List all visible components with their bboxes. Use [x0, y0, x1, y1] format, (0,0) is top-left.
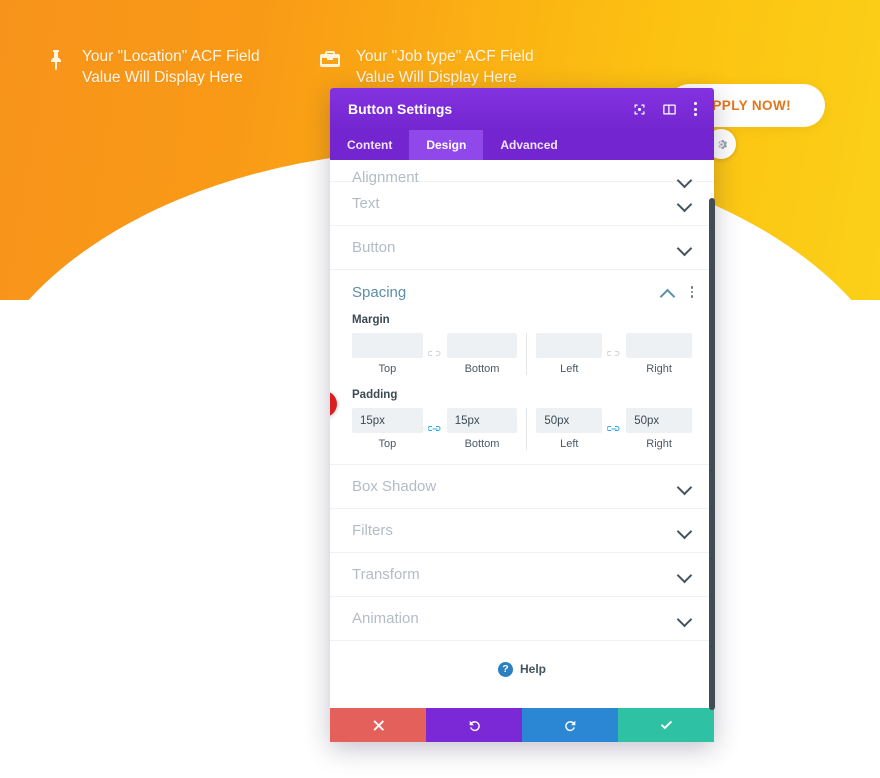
margin-pair-vertical: Top Bottom — [352, 333, 518, 375]
settings-scroll-area: Alignment Text Button Spacing Margin Top… — [330, 160, 714, 708]
modal-body: Alignment Text Button Spacing Margin Top… — [330, 160, 714, 708]
section-text-label: Text — [352, 195, 380, 212]
chevron-down-icon — [678, 175, 692, 184]
padding-link-vertical-icon[interactable] — [423, 417, 447, 442]
spacing-overflow-menu-icon[interactable] — [688, 284, 697, 300]
section-alignment[interactable]: Alignment — [330, 160, 714, 186]
section-transform[interactable]: Transform — [330, 553, 714, 597]
padding-bottom-input[interactable] — [446, 408, 518, 433]
padding-bottom-cell: Bottom — [446, 408, 518, 450]
tab-advanced[interactable]: Advanced — [483, 130, 575, 160]
chevron-down-icon — [678, 199, 692, 208]
check-icon — [660, 720, 672, 729]
save-button[interactable] — [618, 708, 714, 742]
redo-icon — [564, 720, 575, 731]
button-settings-modal: Button Settings Content Design Advanced … — [330, 88, 714, 742]
chevron-down-icon — [678, 482, 692, 491]
margin-field-group: Margin Top Bottom Left Right — [330, 314, 714, 375]
margin-bottom-input[interactable] — [446, 333, 518, 358]
redo-button[interactable] — [522, 708, 618, 742]
padding-quad: Top Bottom — [352, 408, 693, 450]
margin-bottom-cell: Bottom — [446, 333, 518, 375]
margin-link-vertical-icon[interactable] — [423, 342, 447, 367]
padding-top-input[interactable] — [352, 408, 423, 433]
padding-left-input[interactable] — [536, 408, 603, 433]
help-icon: ? — [497, 661, 513, 677]
margin-top-input[interactable] — [352, 333, 423, 358]
margin-right-input[interactable] — [626, 333, 693, 358]
padding-title: Padding — [352, 389, 398, 401]
margin-right-cell: Right — [626, 333, 693, 375]
section-box-shadow-label: Box Shadow — [352, 478, 437, 495]
margin-left-caption: Left — [560, 363, 579, 375]
section-box-shadow[interactable]: Box Shadow — [330, 465, 714, 509]
padding-field-group: Padding 1 Top — [330, 389, 714, 450]
chevron-up-icon[interactable] — [661, 288, 675, 297]
meta-location-text: Your "Location" ACF Field Value Will Dis… — [82, 48, 260, 87]
focus-target-icon[interactable] — [631, 101, 647, 117]
modal-header-actions — [631, 101, 700, 117]
padding-left-cell: Left — [536, 408, 603, 450]
cancel-button[interactable] — [330, 708, 426, 742]
pin-icon — [44, 46, 70, 72]
section-button-label: Button — [352, 239, 396, 256]
margin-right-caption: Right — [646, 363, 672, 375]
meta-location: Your "Location" ACF Field Value Will Dis… — [44, 46, 260, 88]
margin-bottom-caption: Bottom — [464, 363, 500, 375]
margin-left-input[interactable] — [536, 333, 603, 358]
margin-title: Margin — [352, 314, 390, 326]
modal-scrollbar[interactable] — [709, 198, 715, 710]
undo-button[interactable] — [426, 708, 522, 742]
section-spacing-header[interactable]: Spacing — [330, 270, 714, 314]
margin-left-cell: Left — [536, 333, 603, 375]
meta-jobtype-text: Your "Job type" ACF Field Value Will Dis… — [356, 48, 534, 87]
meta-jobtype: Your "Job type" ACF Field Value Will Dis… — [318, 46, 534, 88]
section-filters-label: Filters — [352, 522, 393, 539]
margin-link-horizontal-icon[interactable] — [602, 342, 626, 367]
overflow-menu-icon[interactable] — [691, 102, 700, 116]
padding-link-horizontal-icon[interactable] — [602, 417, 626, 442]
briefcase-icon — [318, 46, 344, 72]
margin-top-caption: Top — [378, 363, 397, 375]
section-alignment-label: Alignment — [352, 169, 419, 186]
section-animation[interactable]: Animation — [330, 597, 714, 641]
modal-footer — [330, 708, 714, 742]
modal-tabs: Content Design Advanced — [330, 130, 714, 160]
chevron-down-icon — [678, 570, 692, 579]
section-text[interactable]: Text — [330, 182, 714, 226]
step-badge-1: 1 — [330, 391, 337, 417]
chevron-down-icon — [678, 526, 692, 535]
padding-pair-vertical: Top Bottom — [352, 408, 518, 450]
padding-top-caption: Top — [378, 438, 397, 450]
split-view-icon[interactable] — [661, 101, 677, 117]
help-link[interactable]: ? Help — [330, 641, 714, 697]
modal-title: Button Settings — [348, 101, 453, 117]
margin-pair-horizontal: Left Right — [526, 333, 693, 375]
section-animation-label: Animation — [352, 610, 419, 627]
section-transform-label: Transform — [352, 566, 420, 583]
padding-right-cell: Right — [626, 408, 693, 450]
padding-pair-horizontal: Left Right — [526, 408, 693, 450]
help-label: Help — [519, 662, 546, 676]
tab-design[interactable]: Design — [409, 130, 484, 160]
screen: Your "Location" ACF Field Value Will Dis… — [0, 0, 880, 778]
padding-right-caption: Right — [646, 438, 672, 450]
section-spacing: Spacing Margin Top Bottom Left Right Pad… — [330, 270, 714, 465]
padding-right-input[interactable] — [626, 408, 693, 433]
margin-top-cell: Top — [352, 333, 423, 375]
section-button[interactable]: Button — [330, 226, 714, 270]
margin-quad: Top Bottom Left Right — [352, 333, 693, 375]
padding-top-cell: Top — [352, 408, 423, 450]
close-icon — [373, 719, 384, 731]
modal-header: Button Settings — [330, 88, 714, 130]
section-spacing-label: Spacing — [352, 283, 407, 301]
gear-icon — [717, 139, 727, 149]
section-filters[interactable]: Filters — [330, 509, 714, 553]
padding-left-caption: Left — [560, 438, 579, 450]
chevron-down-icon — [678, 243, 692, 252]
chevron-down-icon — [678, 614, 692, 623]
tab-content[interactable]: Content — [330, 130, 410, 160]
padding-bottom-caption: Bottom — [464, 438, 500, 450]
undo-icon — [469, 720, 480, 731]
